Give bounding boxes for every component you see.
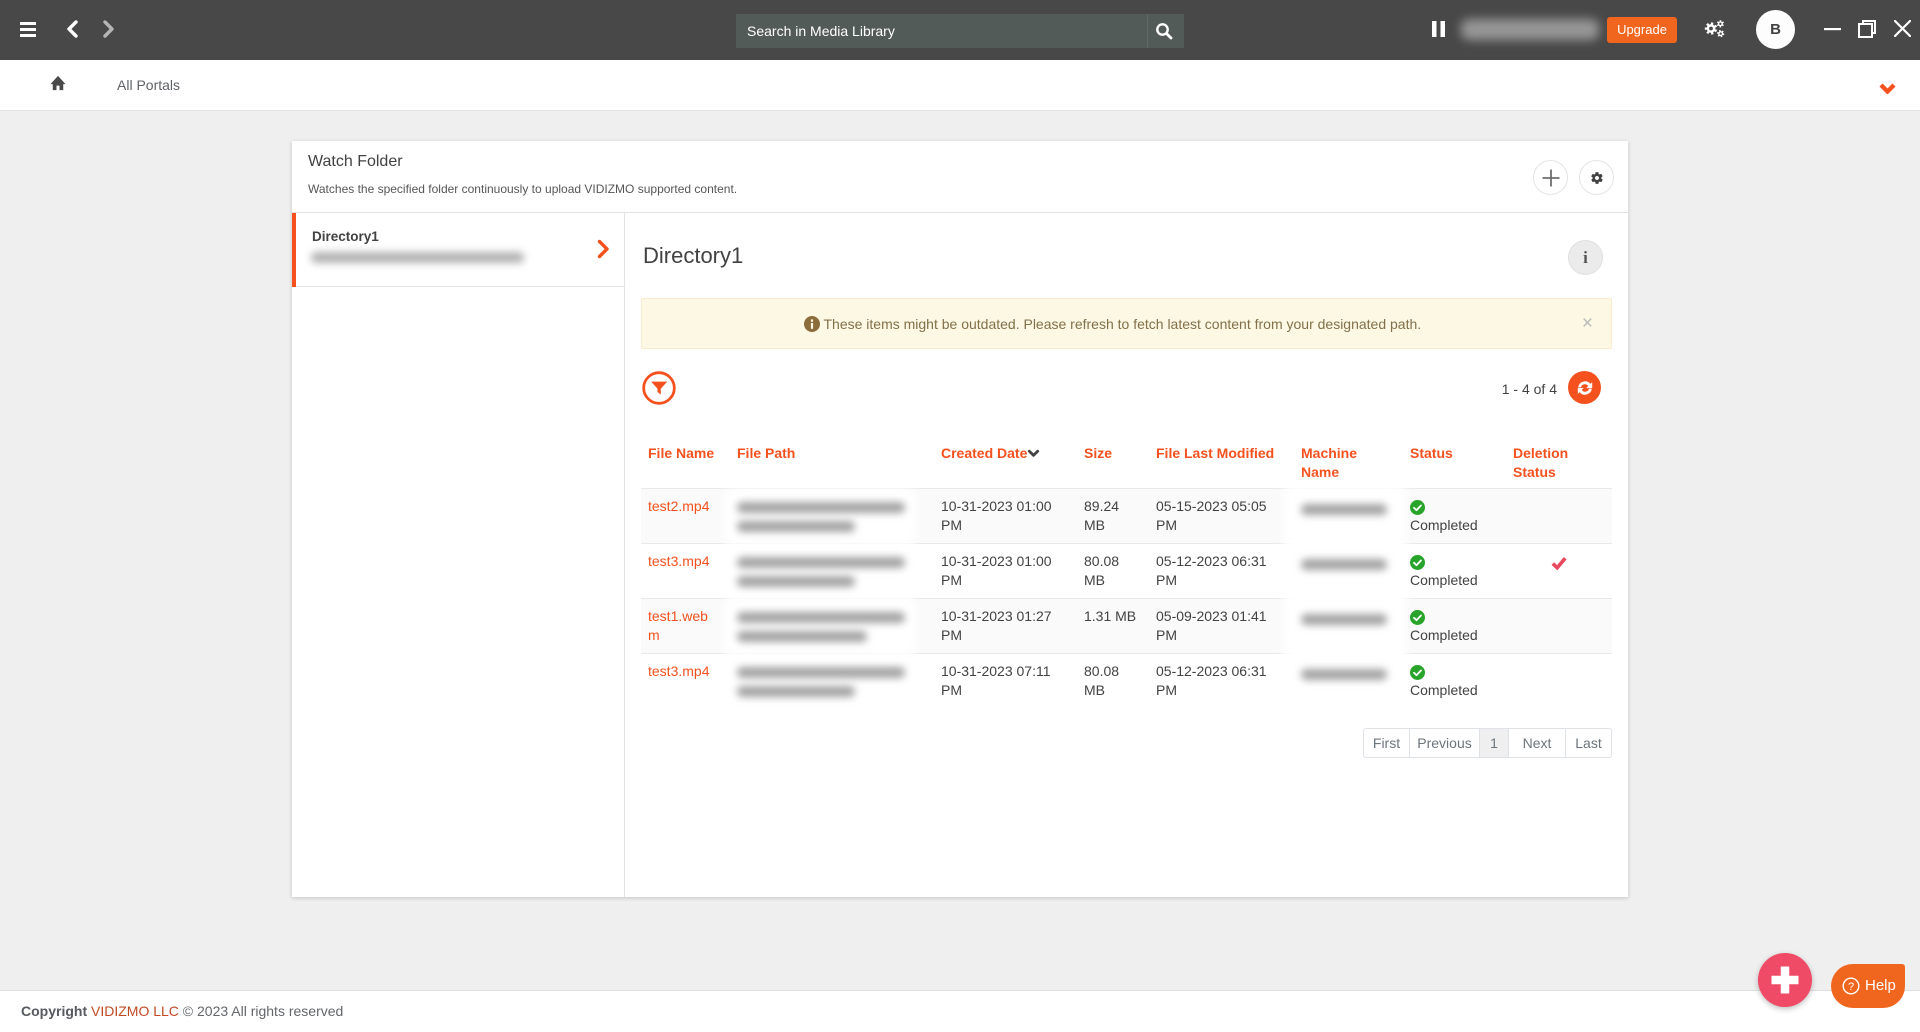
svg-text:?: ? (1848, 981, 1854, 993)
